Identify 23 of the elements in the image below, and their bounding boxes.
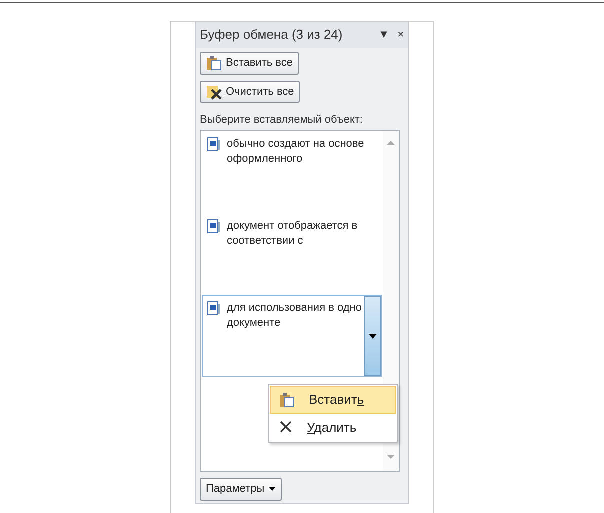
menu-icon[interactable]: ▼: [378, 26, 390, 44]
item-text: обычно создают на основе оформленного: [227, 137, 364, 167]
clear-all-button[interactable]: Очистить все: [200, 80, 300, 104]
clipboard-icon: [279, 392, 295, 408]
clipboard-icon: [206, 55, 222, 72]
clipboard-item[interactable]: обычно создают на основе оформленного: [202, 131, 398, 213]
dropdown-button[interactable]: [364, 296, 381, 376]
close-icon[interactable]: ×: [398, 26, 404, 44]
document-icon: [207, 301, 221, 316]
caret-icon: [368, 334, 376, 338]
caret-icon: [268, 487, 276, 492]
document-icon: [207, 219, 221, 234]
document-icon: [207, 137, 221, 152]
eraser-icon: [206, 84, 222, 100]
paste-all-button[interactable]: Вставить все: [200, 52, 300, 74]
clipboard-item[interactable]: документ отображается в соответствии с: [202, 213, 398, 295]
item-text: документ отображается в соответствии с: [227, 219, 358, 249]
menu-item[interactable]: Вставить: [270, 386, 396, 414]
menu-item[interactable]: Удалить: [270, 414, 396, 441]
options-button[interactable]: Параметры: [200, 478, 282, 500]
pane-title: Буфер обмена (3 из 24): [200, 26, 344, 44]
prompt-label: Выберите вставляемый объект:: [200, 112, 364, 128]
close-icon: [279, 420, 293, 434]
